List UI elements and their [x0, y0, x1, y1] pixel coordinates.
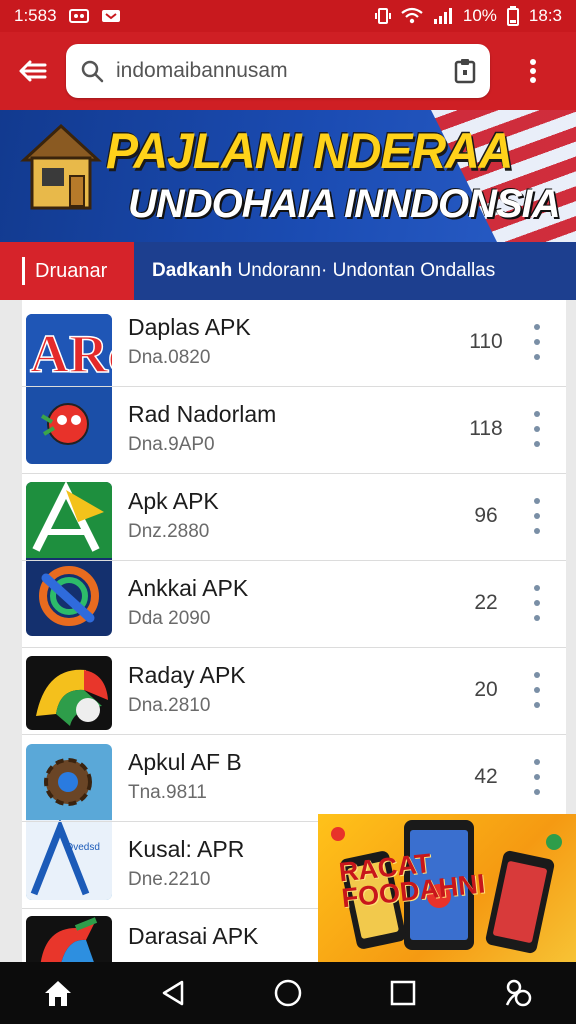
- app-count: 118: [469, 417, 503, 440]
- app-subtitle: Dda 2090: [128, 608, 211, 629]
- more-vert-icon[interactable]: [526, 498, 548, 534]
- app-title: Raday APK: [128, 662, 246, 688]
- app-subtitle: Dne.2210: [128, 869, 211, 890]
- status-bar: 1:583 10% 18:3: [0, 0, 576, 32]
- breadcrumb[interactable]: Dadkanh Undorann· Undontan Ondallas: [152, 260, 495, 282]
- app-count: 22: [474, 591, 498, 614]
- tab-active-label: Druanar: [35, 259, 108, 282]
- app-title: Rad Nadorlam: [128, 401, 277, 427]
- app-count: 20: [474, 678, 498, 701]
- battery-icon: [506, 6, 519, 26]
- search-icon: [81, 60, 104, 83]
- circle-home-icon: [274, 979, 302, 1007]
- app-title: Darasai APK: [128, 923, 259, 949]
- back-triangle-icon: [162, 980, 184, 1006]
- app-count: 96: [474, 504, 498, 527]
- more-vert-icon[interactable]: [526, 411, 548, 447]
- app-title: Ankkai APK: [128, 575, 249, 601]
- more-vert-icon: [530, 59, 536, 83]
- app-bar: indomaibannusam: [0, 32, 576, 110]
- notification-message-icon: [101, 8, 121, 24]
- home-circle-button[interactable]: [248, 962, 328, 1024]
- home-button[interactable]: [18, 962, 98, 1024]
- tab-indicator: [22, 257, 25, 285]
- tab-strip: Druanar Dadkanh Undorann· Undontan Ondal…: [0, 242, 576, 300]
- arrow-left-icon: [19, 60, 47, 82]
- list-item[interactable]: Rad Nadorlam Dna.9AP0 118: [22, 387, 566, 474]
- more-vert-icon[interactable]: [526, 585, 548, 621]
- app-title: Apk APK: [128, 488, 219, 514]
- app-subtitle: Dnz.2880: [128, 521, 210, 542]
- app-subtitle: Dna.0820: [128, 347, 211, 368]
- accessibility-button[interactable]: [478, 962, 558, 1024]
- status-time-right: 18:3: [528, 6, 562, 25]
- banner-title-line2: UNDOHAIA INNDONSIA: [128, 182, 561, 226]
- app-subtitle: Tna.9811: [128, 782, 207, 803]
- promo-banner[interactable]: PAJLANI NDERAA UNDOHAIA INNDONSIA: [0, 110, 576, 242]
- accessibility-icon: [506, 979, 532, 1007]
- notification-cat-icon: [68, 8, 89, 24]
- signal-icon: [433, 7, 453, 25]
- banner-title-line1: PAJLANI NDERAA: [106, 123, 513, 180]
- tab-active[interactable]: Druanar: [0, 242, 134, 300]
- app-title: Daplas APK: [128, 314, 251, 340]
- back-button[interactable]: [0, 32, 66, 110]
- battery-percent: 10%: [462, 6, 497, 25]
- app-count: 110: [469, 330, 503, 353]
- breadcrumb-rest: Undorann· Undontan Ondallas: [232, 260, 496, 281]
- more-vert-icon[interactable]: [526, 324, 548, 360]
- app-title: Apkul AF B: [128, 749, 242, 775]
- back-nav-button[interactable]: [133, 962, 213, 1024]
- app-title: Kusal: APR: [128, 836, 245, 862]
- list-item[interactable]: Daplas APK Dna.0820 110: [22, 300, 566, 387]
- list-item[interactable]: Apkul AF B Tna.9811 42: [22, 735, 566, 822]
- more-vert-icon[interactable]: [526, 672, 548, 708]
- list-item[interactable]: Raday APK Dna.2810 20: [22, 648, 566, 735]
- app-count: 42: [474, 765, 498, 788]
- ad-banner[interactable]: RACAT FOODAHNI: [318, 814, 576, 962]
- home-icon: [44, 981, 71, 1006]
- list-item[interactable]: Apk APK Dnz.2880 96: [22, 474, 566, 561]
- vibrate-icon: [374, 7, 391, 25]
- more-vert-icon[interactable]: [526, 759, 548, 795]
- square-recents-icon: [390, 980, 416, 1006]
- breadcrumb-bold: Dadkanh: [152, 260, 233, 281]
- list-item[interactable]: Ankkai APK Dda 2090 22: [22, 561, 566, 648]
- status-time-left: 1:583: [14, 6, 57, 25]
- clipboard-icon[interactable]: [454, 58, 476, 84]
- app-subtitle: Dna.2810: [128, 695, 211, 716]
- system-nav-bar: [0, 962, 576, 1024]
- recents-button[interactable]: [363, 962, 443, 1024]
- overflow-menu-button[interactable]: [490, 32, 576, 110]
- wifi-icon: [401, 7, 423, 25]
- house-icon: [20, 123, 102, 210]
- search-input[interactable]: indomaibannusam: [66, 44, 490, 98]
- search-query: indomaibannusam: [116, 59, 288, 82]
- app-subtitle: Dna.9AP0: [128, 434, 215, 455]
